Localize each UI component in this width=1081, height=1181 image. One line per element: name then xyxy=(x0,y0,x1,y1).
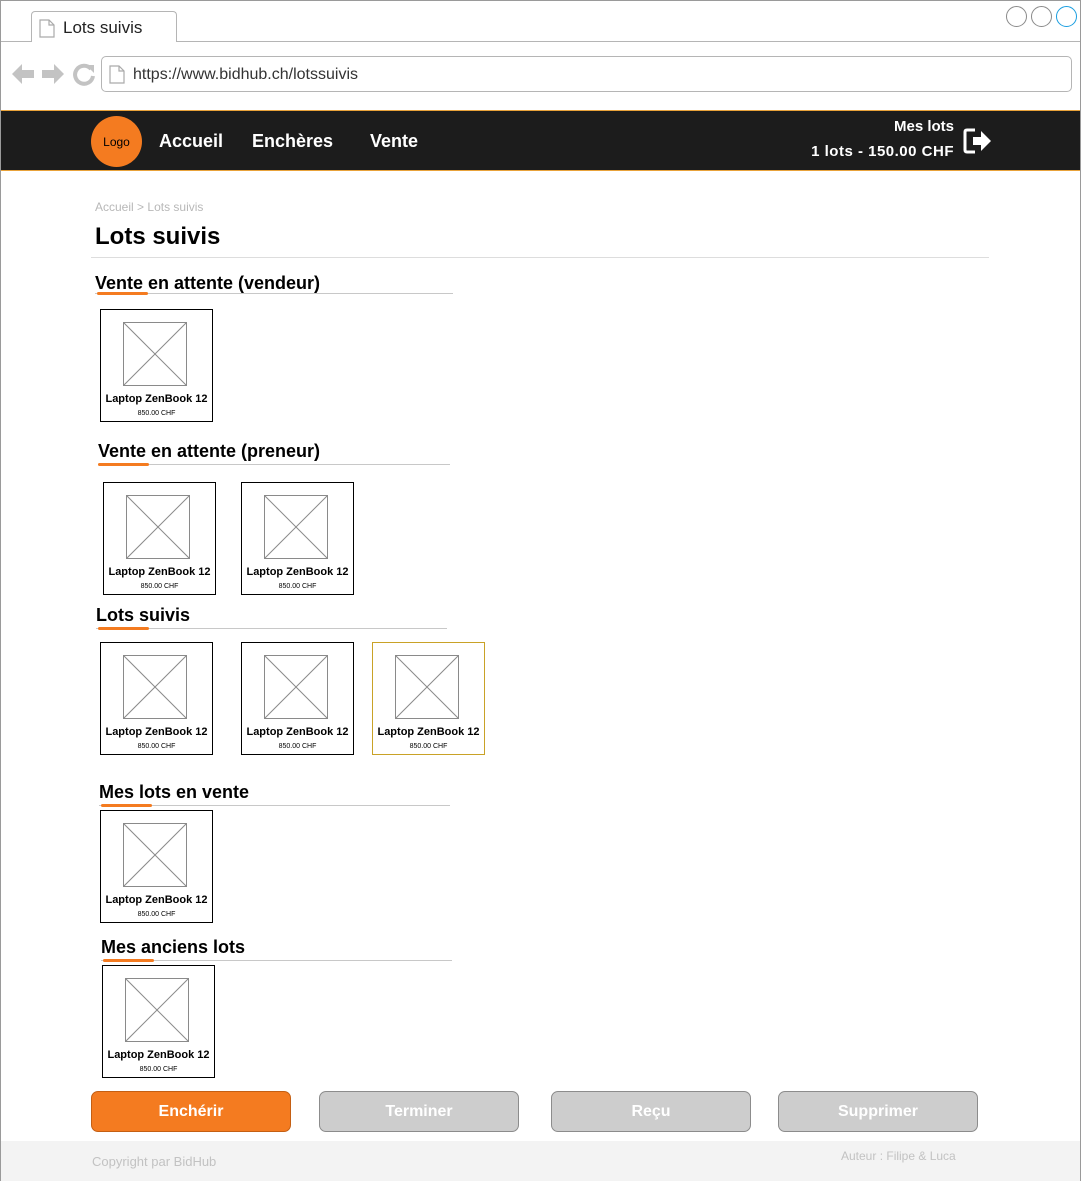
close-button[interactable] xyxy=(1056,6,1077,27)
copyright-text: Copyright par BidHub xyxy=(92,1154,217,1169)
image-placeholder-icon xyxy=(123,823,187,887)
lot-price: 850.00 CHF xyxy=(278,583,317,590)
nav-accueil[interactable]: Accueil xyxy=(159,131,223,152)
section-title-mes-lots-en-vente: Mes lots en vente xyxy=(99,782,250,802)
image-placeholder-icon xyxy=(126,495,190,559)
page-title: Lots suivis xyxy=(95,223,221,250)
lot-price: 850.00 CHF xyxy=(409,743,448,750)
lot-name: Laptop ZenBook 12 xyxy=(105,393,208,405)
lot-card[interactable]: Laptop ZenBook 12 850.00 CHF xyxy=(241,642,354,755)
nav-vente[interactable]: Vente xyxy=(370,131,418,152)
lot-price: 850.00 CHF xyxy=(137,743,176,750)
lot-name: Laptop ZenBook 12 xyxy=(105,894,208,906)
lot-name: Laptop ZenBook 12 xyxy=(105,726,208,738)
section-divider xyxy=(95,293,453,294)
lot-price: 850.00 CHF xyxy=(139,1066,178,1073)
image-placeholder-icon xyxy=(395,655,459,719)
breadcrumb-separator: > xyxy=(137,200,145,214)
minimize-button[interactable] xyxy=(1006,6,1027,27)
arrow-right-icon[interactable] xyxy=(41,62,65,91)
section-title-vente-preneur: Vente en attente (preneur) xyxy=(98,441,321,461)
bid-button[interactable]: Enchérir xyxy=(91,1091,291,1132)
section-accent xyxy=(101,804,152,807)
breadcrumb-home[interactable]: Accueil xyxy=(95,200,134,214)
cart-total[interactable]: 1 lots - 150.00 CHF xyxy=(811,143,954,160)
received-button[interactable]: Reçu xyxy=(551,1091,751,1132)
browser-window: Lots suivis https://www.bidhub.ch/lotssu… xyxy=(0,0,1081,1181)
maximize-button[interactable] xyxy=(1031,6,1052,27)
lot-price: 850.00 CHF xyxy=(137,911,176,918)
lot-card-selected[interactable]: Laptop ZenBook 12 850.00 CHF xyxy=(372,642,485,755)
arrow-left-icon[interactable] xyxy=(11,62,35,91)
lot-price: 850.00 CHF xyxy=(278,743,317,750)
section-title-vente-vendeur: Vente en attente (vendeur) xyxy=(95,273,321,293)
title-divider xyxy=(91,257,989,258)
logout-icon[interactable] xyxy=(963,127,993,160)
section-title-lots-suivis: Lots suivis xyxy=(96,605,191,625)
author-text: Auteur : Filipe & Luca xyxy=(841,1149,956,1163)
section-accent xyxy=(103,959,154,962)
logo[interactable]: Logo xyxy=(91,116,142,167)
browser-tab[interactable]: Lots suivis xyxy=(31,11,177,42)
cart-title[interactable]: Mes lots xyxy=(894,118,954,135)
section-accent xyxy=(97,292,148,295)
reload-icon[interactable] xyxy=(72,62,96,91)
lot-name: Laptop ZenBook 12 xyxy=(108,566,211,578)
delete-button[interactable]: Supprimer xyxy=(778,1091,978,1132)
lot-name: Laptop ZenBook 12 xyxy=(246,726,349,738)
lot-card[interactable]: Laptop ZenBook 12 850.00 CHF xyxy=(102,965,215,1078)
document-icon xyxy=(39,19,55,43)
image-placeholder-icon xyxy=(123,322,187,386)
lot-card[interactable]: Laptop ZenBook 12 850.00 CHF xyxy=(100,309,213,422)
lot-name: Laptop ZenBook 12 xyxy=(107,1049,210,1061)
image-placeholder-icon xyxy=(123,655,187,719)
image-placeholder-icon xyxy=(264,495,328,559)
breadcrumb: Accueil > Lots suivis xyxy=(95,200,203,214)
lot-price: 850.00 CHF xyxy=(137,410,176,417)
image-placeholder-icon xyxy=(264,655,328,719)
section-accent xyxy=(98,463,149,466)
site-header: Logo Accueil Enchères Vente Mes lots 1 l… xyxy=(1,111,1080,171)
image-placeholder-icon xyxy=(125,978,189,1042)
document-icon xyxy=(109,65,125,89)
lot-card[interactable]: Laptop ZenBook 12 850.00 CHF xyxy=(100,810,213,923)
section-title-mes-anciens-lots: Mes anciens lots xyxy=(101,937,246,957)
section-accent xyxy=(98,627,149,630)
address-bar[interactable]: https://www.bidhub.ch/lotssuivis xyxy=(101,56,1072,92)
nav-encheres[interactable]: Enchères xyxy=(252,131,333,152)
lot-name: Laptop ZenBook 12 xyxy=(377,726,480,738)
footer: Copyright par BidHub Auteur : Filipe & L… xyxy=(1,1141,1080,1181)
section-divider xyxy=(98,464,450,465)
lot-card[interactable]: Laptop ZenBook 12 850.00 CHF xyxy=(100,642,213,755)
breadcrumb-current: Lots suivis xyxy=(147,200,204,214)
lot-name: Laptop ZenBook 12 xyxy=(246,566,349,578)
finish-button[interactable]: Terminer xyxy=(319,1091,519,1132)
url-text: https://www.bidhub.ch/lotssuivis xyxy=(133,66,358,83)
lot-price: 850.00 CHF xyxy=(140,583,179,590)
lot-card[interactable]: Laptop ZenBook 12 850.00 CHF xyxy=(103,482,216,595)
tab-title: Lots suivis xyxy=(63,18,143,37)
lot-card[interactable]: Laptop ZenBook 12 850.00 CHF xyxy=(241,482,354,595)
